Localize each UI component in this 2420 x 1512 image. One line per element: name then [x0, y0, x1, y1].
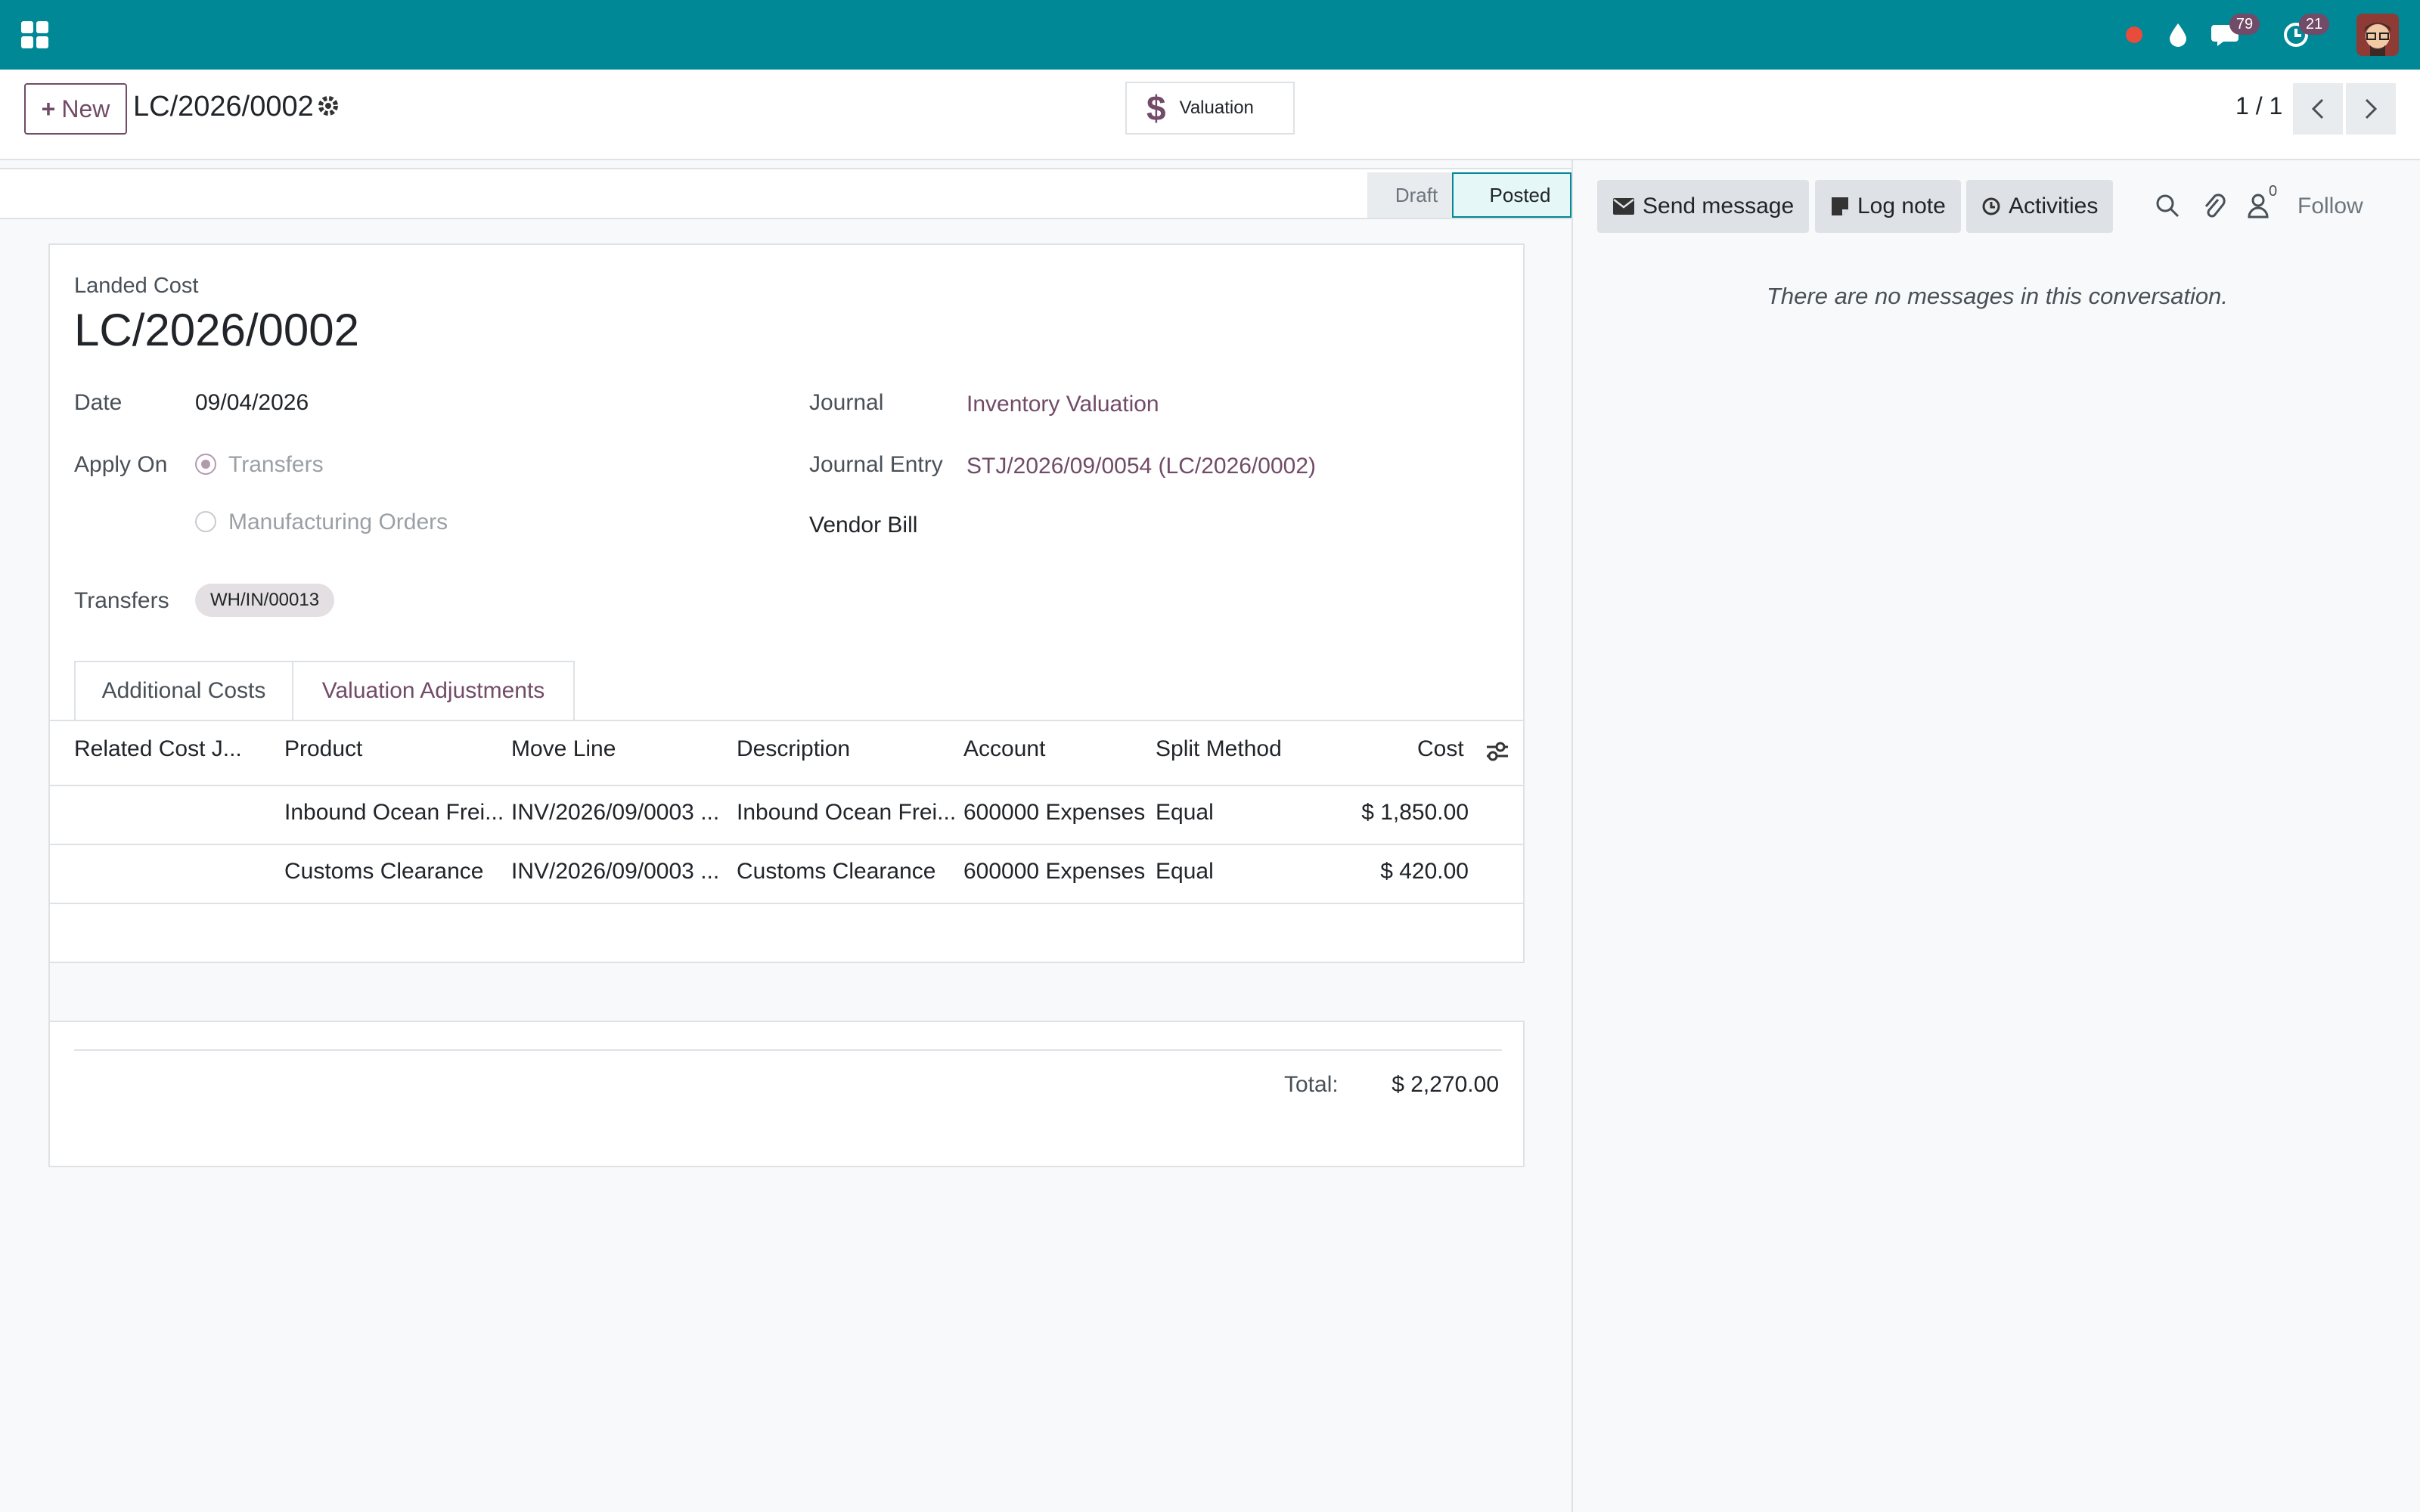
vendor-bill-field[interactable] [966, 513, 1420, 543]
top-navbar: 79 21 [0, 0, 2420, 70]
dollar-icon: $ [1146, 88, 1166, 128]
tab-additional-costs[interactable]: Additional Costs [74, 661, 293, 721]
record-type-label: Landed Cost [74, 274, 199, 298]
tab-valuation-adjustments[interactable]: Valuation Adjustments [293, 661, 575, 721]
cell-split-method: Equal [1156, 800, 1214, 825]
breadcrumb: LC/2026/0002 [133, 91, 314, 122]
optional-columns-icon[interactable] [1484, 738, 1511, 765]
transfer-tag[interactable]: WH/IN/00013 [195, 584, 335, 617]
cell-cost: $ 420.00 [1380, 859, 1469, 884]
recording-indicator-icon[interactable] [2116, 17, 2152, 53]
cell-move-line: INV/2026/09/0003 ... [511, 800, 720, 825]
new-button[interactable]: + New [24, 83, 127, 135]
journal-entry-link[interactable]: STJ/2026/09/0054 (LC/2026/0002) [966, 454, 1316, 479]
cell-description: Inbound Ocean Frei... [737, 800, 957, 825]
pager-next-button[interactable] [2346, 83, 2396, 135]
date-label: Date [74, 390, 123, 415]
column-description[interactable]: Description [737, 736, 850, 762]
pager-value[interactable]: 1 / 1 [2235, 92, 2282, 120]
followers-icon[interactable]: 0 [2243, 183, 2277, 221]
empty-row[interactable] [50, 963, 1525, 1021]
column-account[interactable]: Account [963, 736, 1045, 762]
apps-menu-icon[interactable] [21, 21, 48, 48]
totals-divider [74, 1049, 1502, 1051]
apply-on-transfers-label: Transfers [228, 452, 324, 477]
log-note-button[interactable]: Log note [1815, 180, 1961, 233]
send-message-label: Send message [1643, 194, 1795, 218]
column-related-cost[interactable]: Related Cost J... [74, 736, 242, 762]
log-note-label: Log note [1857, 194, 1946, 218]
row-divider [50, 1021, 1525, 1022]
activities-button[interactable]: Activities [1966, 180, 2114, 233]
cell-split-method: Equal [1156, 859, 1214, 884]
cell-cost: $ 1,850.00 [1361, 800, 1469, 825]
activities-icon[interactable]: 21 [2278, 14, 2329, 53]
pager-previous-button[interactable] [2293, 83, 2343, 135]
row-divider [50, 844, 1525, 845]
envelope-icon [1613, 198, 1634, 215]
activities-label: Activities [2009, 194, 2099, 218]
stage-draft[interactable]: Draft [1367, 172, 1466, 218]
user-avatar[interactable] [2356, 14, 2399, 56]
valuation-label: Valuation [1179, 98, 1254, 118]
chatter-panel: Send message Log note Activities 0 Follo… [1571, 160, 2420, 1512]
send-message-button[interactable]: Send message [1597, 180, 1810, 233]
messages-badge: 79 [2229, 14, 2260, 35]
journal-label: Journal [809, 390, 884, 415]
status-bar: Draft Posted [0, 168, 1573, 219]
control-panel: + New LC/2026/0002 $ Valuation 1 / 1 [0, 70, 2420, 160]
gear-icon[interactable] [315, 92, 342, 119]
new-button-label: New [61, 94, 110, 122]
record-title: LC/2026/0002 [74, 305, 359, 355]
cell-move-line: INV/2026/09/0003 ... [511, 859, 720, 884]
plus-icon: + [41, 94, 56, 122]
paperclip-icon[interactable] [2199, 191, 2229, 221]
date-field[interactable]: 09/04/2026 [195, 390, 309, 416]
column-cost[interactable]: Cost [1417, 736, 1464, 762]
column-product[interactable]: Product [284, 736, 362, 762]
cell-account: 600000 Expenses [963, 859, 1146, 884]
followers-count: 0 [2269, 183, 2278, 200]
journal-entry-label: Journal Entry [809, 452, 943, 477]
journal-link[interactable]: Inventory Valuation [966, 392, 1159, 417]
tab-divider [50, 720, 1525, 721]
drop-icon[interactable] [2160, 17, 2196, 53]
clock-icon [1982, 197, 2000, 215]
valuation-smart-button[interactable]: $ Valuation [1125, 82, 1295, 135]
row-divider [50, 903, 1525, 904]
cell-product: Customs Clearance [284, 859, 484, 884]
total-value: $ 2,270.00 [1392, 1072, 1499, 1097]
transfers-label: Transfers [74, 588, 169, 613]
stage-posted[interactable]: Posted [1452, 172, 1571, 218]
apply-on-label: Apply On [74, 452, 168, 477]
apply-on-transfers-radio[interactable] [195, 454, 216, 475]
note-icon [1832, 197, 1848, 215]
cell-account: 600000 Expenses [963, 800, 1146, 825]
cell-description: Customs Clearance [737, 859, 936, 884]
apply-on-manufacturing-label: Manufacturing Orders [228, 510, 448, 534]
search-icon[interactable] [2152, 191, 2183, 221]
form-sheet: Landed Cost LC/2026/0002 Date 09/04/2026… [48, 243, 1525, 1167]
vendor-bill-label: Vendor Bill [809, 513, 918, 538]
header-divider [50, 785, 1525, 786]
column-move-line[interactable]: Move Line [511, 736, 616, 762]
empty-conversation-text: There are no messages in this conversati… [1767, 283, 2228, 309]
apply-on-manufacturing-radio[interactable] [195, 511, 216, 532]
total-label: Total: [1284, 1072, 1339, 1097]
column-split-method[interactable]: Split Method [1156, 736, 1282, 762]
cell-product: Inbound Ocean Frei... [284, 800, 504, 825]
activities-badge: 21 [2299, 14, 2329, 35]
follow-button[interactable]: Follow [2297, 194, 2363, 219]
messages-icon[interactable]: 79 [2208, 14, 2260, 53]
